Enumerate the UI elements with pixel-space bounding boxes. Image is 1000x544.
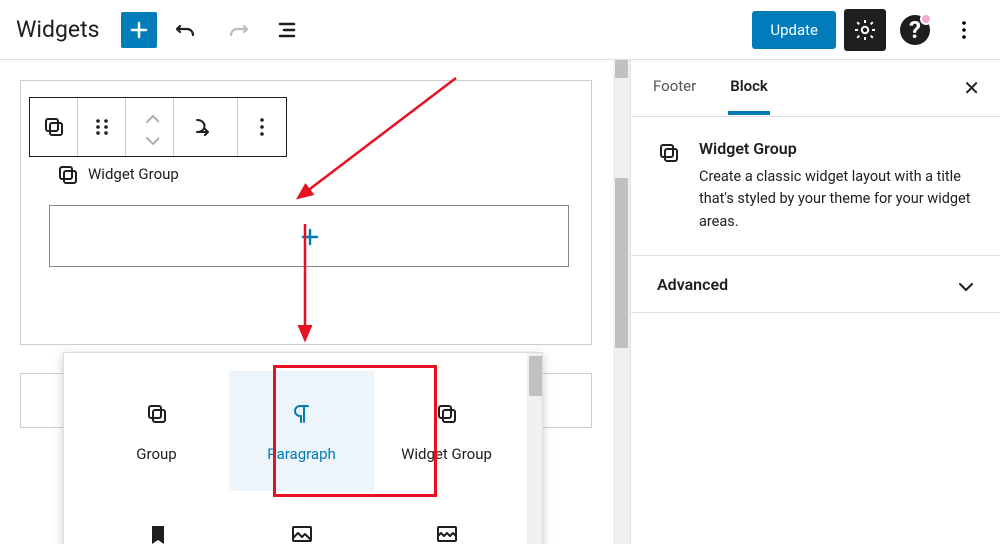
topbar-right: Update ?	[752, 9, 984, 51]
heading-icon	[146, 519, 168, 544]
block-info-panel: Widget Group Create a classic widget lay…	[631, 117, 1000, 255]
widget-area-box[interactable]: Widget Group	[20, 80, 592, 345]
group-icon	[435, 399, 459, 429]
block-more-button[interactable]	[238, 98, 286, 156]
chevron-up-icon[interactable]	[141, 108, 159, 126]
top-toolbar: Widgets Update ?	[0, 0, 1000, 60]
sidebar-tabs: Footer Block ✕	[631, 60, 1000, 116]
scrollbar[interactable]	[613, 60, 630, 544]
advanced-panel-toggle[interactable]: Advanced	[631, 256, 1000, 312]
chevron-down-icon[interactable]	[141, 128, 159, 146]
image-icon	[290, 519, 314, 544]
redo-button[interactable]	[217, 10, 257, 50]
inserter-item-label: Paragraph	[267, 445, 336, 463]
block-type-button[interactable]	[30, 98, 78, 156]
widget-group-heading: Widget Group	[56, 163, 179, 185]
transform-button[interactable]	[174, 98, 238, 156]
help-button-wrap: ?	[900, 15, 930, 45]
gallery-icon	[435, 519, 459, 544]
advanced-label: Advanced	[657, 275, 728, 294]
group-icon	[657, 139, 681, 233]
group-icon	[145, 399, 169, 429]
block-inserter-popover: Group Paragraph Widget Group Heading Ima…	[63, 352, 543, 544]
notification-dot-icon	[920, 13, 932, 25]
inserter-item-label: Group	[136, 445, 176, 463]
widget-group-label-text: Widget Group	[88, 165, 179, 183]
inner-block-placeholder[interactable]	[49, 205, 569, 267]
drag-handle[interactable]	[78, 98, 126, 156]
divider	[631, 312, 1000, 313]
more-menu-button[interactable]	[944, 10, 984, 50]
update-button[interactable]: Update	[752, 11, 836, 49]
block-info-description: Create a classic widget layout with a ti…	[699, 166, 972, 233]
inserter-item-paragraph[interactable]: Paragraph	[229, 371, 374, 491]
inserter-item-group[interactable]: Group	[84, 371, 229, 491]
inserter-item-image[interactable]: Image	[229, 491, 374, 544]
block-toolbar	[29, 97, 287, 157]
undo-button[interactable]	[167, 10, 207, 50]
close-sidebar-button[interactable]: ✕	[963, 76, 980, 100]
insert-block-icon[interactable]	[298, 225, 320, 247]
chevron-down-icon	[954, 274, 974, 294]
inserter-item-label: Widget Group	[401, 445, 492, 463]
topbar-left: Widgets	[16, 10, 307, 50]
block-info-title: Widget Group	[699, 139, 972, 158]
tab-footer[interactable]: Footer	[651, 61, 698, 115]
scrollbar[interactable]	[527, 353, 542, 544]
inserter-item-widget-group[interactable]: Widget Group	[374, 371, 519, 491]
block-movers[interactable]	[126, 98, 174, 156]
inserter-item-heading[interactable]: Heading	[84, 491, 229, 544]
list-view-button[interactable]	[267, 10, 307, 50]
editor-canvas: Widget Group Group	[0, 60, 630, 544]
group-icon	[56, 163, 78, 185]
paragraph-icon	[290, 399, 314, 429]
inserter-item-gallery[interactable]: Gallery	[374, 491, 519, 544]
page-title: Widgets	[16, 16, 99, 43]
settings-sidebar: Footer Block ✕ Widget Group Create a cla…	[630, 60, 1000, 544]
tab-block[interactable]: Block	[728, 61, 770, 115]
add-block-button[interactable]	[121, 12, 157, 48]
settings-button[interactable]	[844, 9, 886, 51]
